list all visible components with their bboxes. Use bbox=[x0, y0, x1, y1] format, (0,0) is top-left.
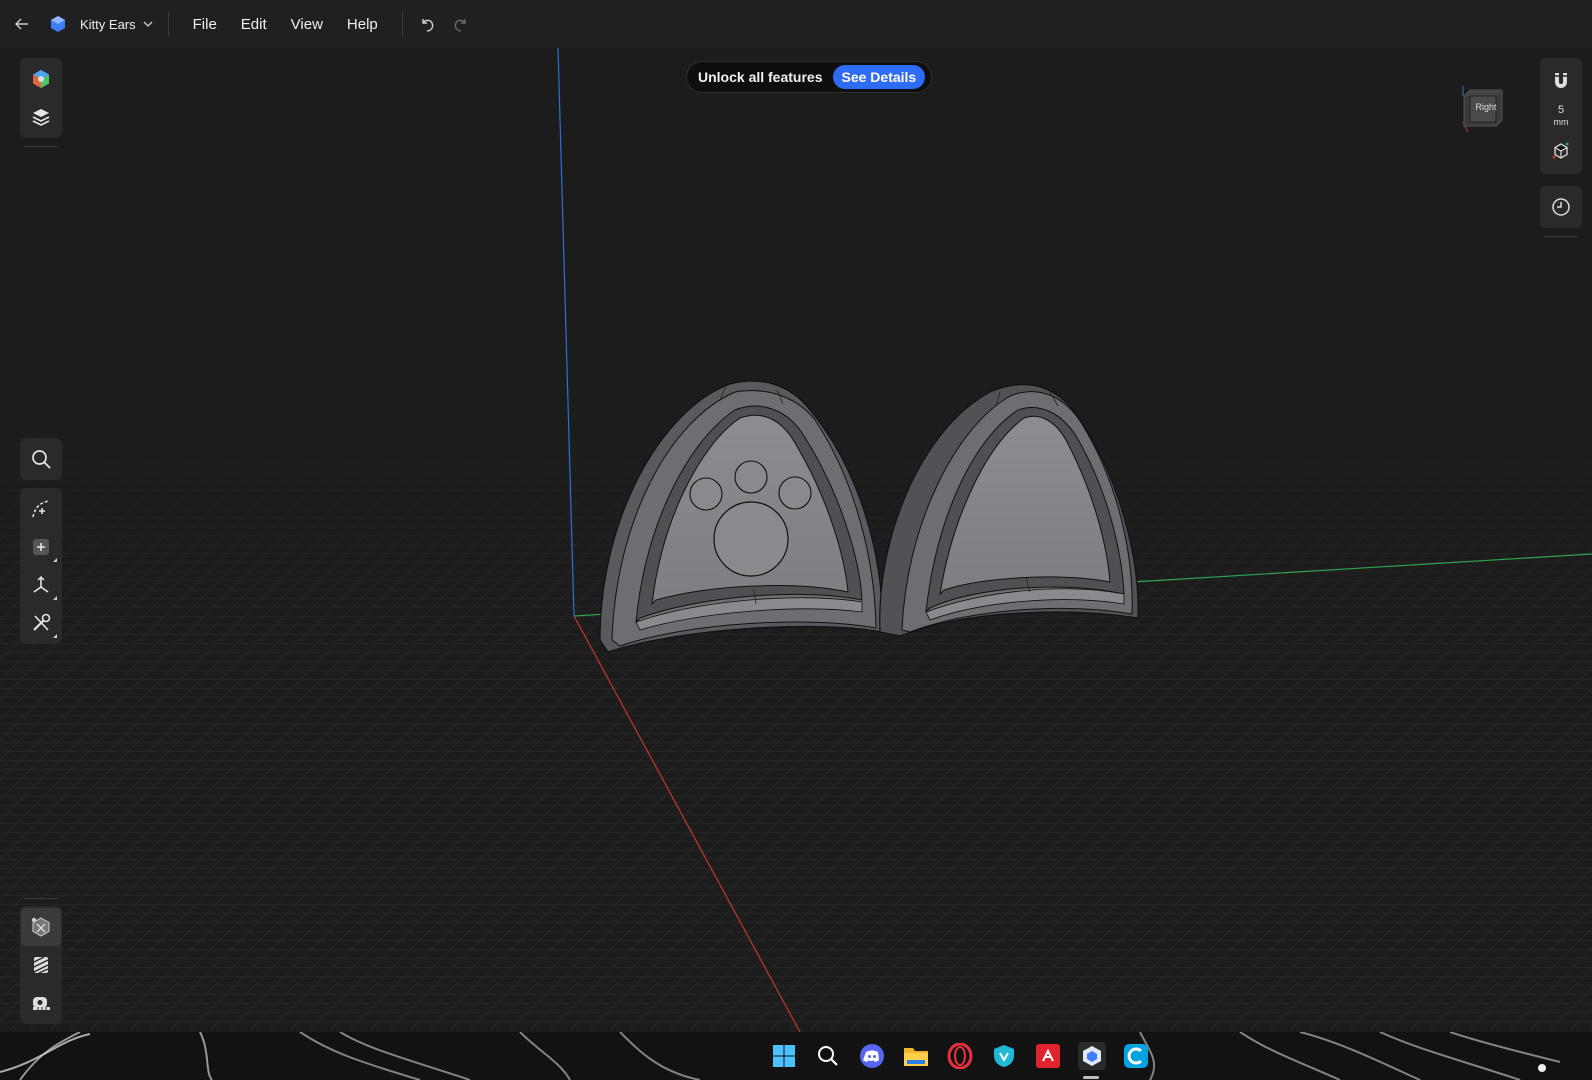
discord-icon[interactable] bbox=[858, 1042, 886, 1070]
tools-wrench-icon[interactable] bbox=[21, 604, 61, 642]
menu-view[interactable]: View bbox=[279, 16, 335, 33]
view-cube[interactable]: Right bbox=[1460, 86, 1508, 136]
back-arrow-icon[interactable] bbox=[10, 12, 34, 36]
shapr-logo-icon bbox=[46, 12, 70, 36]
view-cube-face-label: Right bbox=[1475, 102, 1497, 112]
snap-value: 5 bbox=[1557, 104, 1565, 116]
vpn-shield-icon[interactable] bbox=[990, 1042, 1018, 1070]
notification-dot[interactable] bbox=[1538, 1064, 1546, 1072]
file-explorer-icon[interactable] bbox=[902, 1042, 930, 1070]
undo-icon[interactable] bbox=[415, 12, 439, 36]
windows-start-icon[interactable] bbox=[770, 1042, 798, 1070]
search-icon[interactable] bbox=[21, 440, 61, 478]
opera-gx-icon[interactable] bbox=[946, 1042, 974, 1070]
left-top-toolpanel bbox=[20, 58, 62, 138]
unlock-banner: Unlock all features See Details bbox=[686, 61, 933, 93]
amd-software-icon[interactable] bbox=[1034, 1042, 1062, 1070]
menu-bar: Kitty Ears File Edit View Help bbox=[0, 0, 1592, 48]
active-app-indicator bbox=[1083, 1076, 1099, 1079]
redo-icon[interactable] bbox=[449, 12, 473, 36]
menu-separator bbox=[167, 11, 169, 37]
chevron-down-icon bbox=[143, 21, 153, 27]
menu-separator bbox=[401, 11, 403, 37]
left-tools-panel bbox=[20, 488, 62, 644]
taskbar-search-icon[interactable] bbox=[814, 1042, 842, 1070]
menu-edit[interactable]: Edit bbox=[229, 16, 279, 33]
add-primitive-icon[interactable] bbox=[21, 528, 61, 566]
divider bbox=[24, 146, 58, 147]
render-mode-icon[interactable] bbox=[21, 908, 61, 946]
history-panel bbox=[1540, 186, 1582, 228]
snap-magnet-icon[interactable] bbox=[1541, 62, 1581, 100]
transform-icon[interactable] bbox=[21, 566, 61, 604]
divider bbox=[24, 898, 58, 899]
section-view-icon[interactable] bbox=[21, 946, 61, 984]
history-clock-icon[interactable] bbox=[1541, 188, 1581, 226]
right-toolpanel: 5 mm bbox=[1540, 58, 1582, 174]
document-title-dropdown[interactable]: Kitty Ears bbox=[80, 17, 154, 32]
snap-grid-icon[interactable] bbox=[1541, 132, 1581, 170]
document-title: Kitty Ears bbox=[80, 16, 136, 32]
search-panel bbox=[20, 438, 62, 480]
appearance-icon[interactable] bbox=[21, 60, 61, 98]
measure-tape-icon[interactable] bbox=[21, 984, 61, 1022]
menu-help[interactable]: Help bbox=[335, 16, 390, 33]
sketch-curve-icon[interactable] bbox=[21, 490, 61, 528]
shapr3d-taskbar-icon[interactable] bbox=[1078, 1042, 1106, 1070]
3d-viewport[interactable] bbox=[0, 48, 1592, 1032]
unlock-banner-text: Unlock all features bbox=[698, 69, 823, 85]
divider bbox=[1544, 236, 1578, 237]
snap-distance[interactable]: 5 mm bbox=[1554, 100, 1569, 132]
creality-icon[interactable] bbox=[1122, 1042, 1150, 1070]
menu-file[interactable]: File bbox=[181, 16, 229, 33]
snap-unit: mm bbox=[1553, 117, 1569, 127]
see-details-button[interactable]: See Details bbox=[832, 65, 926, 89]
layers-icon[interactable] bbox=[21, 98, 61, 136]
windows-taskbar bbox=[0, 1032, 1592, 1080]
left-bottom-toolpanel bbox=[20, 906, 62, 1024]
scene-canvas bbox=[0, 48, 1592, 1032]
